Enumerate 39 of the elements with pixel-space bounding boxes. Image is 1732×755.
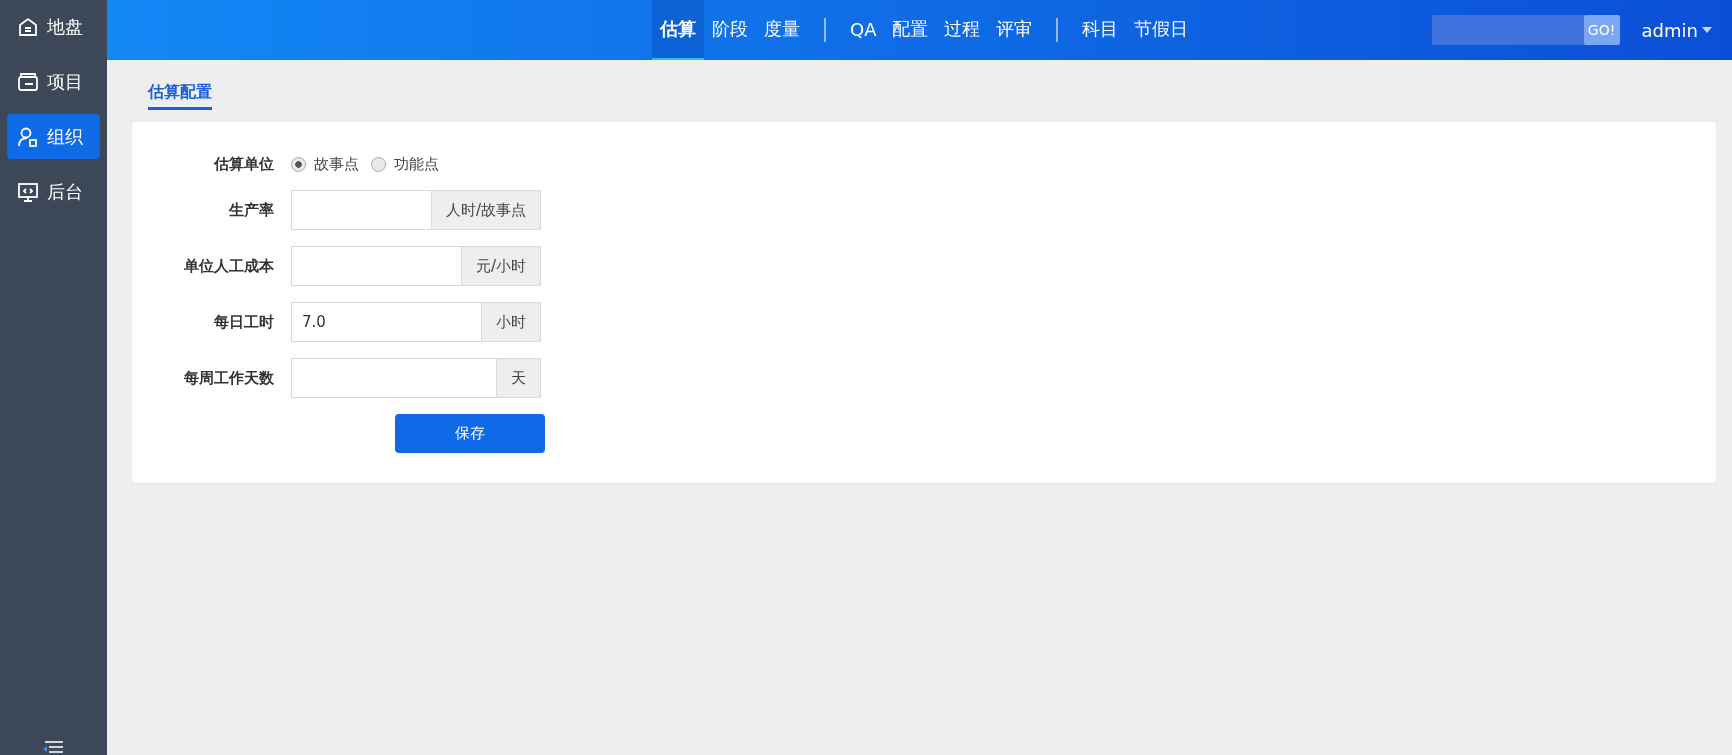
user-icon xyxy=(17,125,39,148)
nav-item[interactable]: 过程 xyxy=(936,0,989,60)
nav-item[interactable]: 科目 xyxy=(1074,0,1127,60)
save-button[interactable]: 保存 xyxy=(395,414,545,453)
field-label: 生产率 xyxy=(227,200,274,220)
radio-label: 故事点 xyxy=(314,155,359,174)
wallet-icon xyxy=(17,70,39,93)
input-field[interactable] xyxy=(291,358,497,398)
field-label: 单位人工成本 xyxy=(183,256,274,276)
tab[interactable]: 估算配置 xyxy=(148,78,212,110)
monitor-icon xyxy=(17,180,39,203)
radio-button[interactable] xyxy=(291,157,306,172)
unit-addon: 元/小时 xyxy=(461,246,541,286)
nav-item[interactable]: 配置 xyxy=(884,0,937,60)
input-field[interactable]: 7.0 xyxy=(291,302,482,342)
nav-item[interactable]: 估算 xyxy=(652,0,704,60)
sidebar-item[interactable]: 地盘 xyxy=(7,4,100,49)
radio-label: 功能点 xyxy=(394,155,439,174)
input-field[interactable] xyxy=(291,190,432,230)
unit-addon: 小时 xyxy=(482,302,541,342)
sidebar-item[interactable]: 后台 xyxy=(7,169,100,214)
home-icon xyxy=(17,15,39,38)
caret-icon xyxy=(1702,27,1712,33)
nav-item[interactable]: QA xyxy=(842,0,885,60)
field-label: 估算单位 xyxy=(212,155,274,174)
unit-addon: 天 xyxy=(497,358,541,398)
field-label: 每周工作天数 xyxy=(183,368,274,388)
field-label: 每日工时 xyxy=(213,312,274,332)
nav-item[interactable]: 阶段 xyxy=(704,0,756,60)
sidebar-item[interactable]: 组织 xyxy=(7,114,100,159)
radio-button[interactable] xyxy=(371,157,386,172)
collapse-menu-icon[interactable] xyxy=(42,741,64,755)
unit-addon: 人时/故事点 xyxy=(431,190,541,230)
nav-item[interactable]: 度量 xyxy=(756,0,808,60)
user-menu[interactable]: admin xyxy=(1641,19,1712,41)
nav-item[interactable]: 评审 xyxy=(988,0,1041,60)
nav-item[interactable]: 节假日 xyxy=(1126,0,1197,60)
sidebar-item[interactable]: 项目 xyxy=(7,59,100,104)
input-field[interactable] xyxy=(291,246,462,286)
